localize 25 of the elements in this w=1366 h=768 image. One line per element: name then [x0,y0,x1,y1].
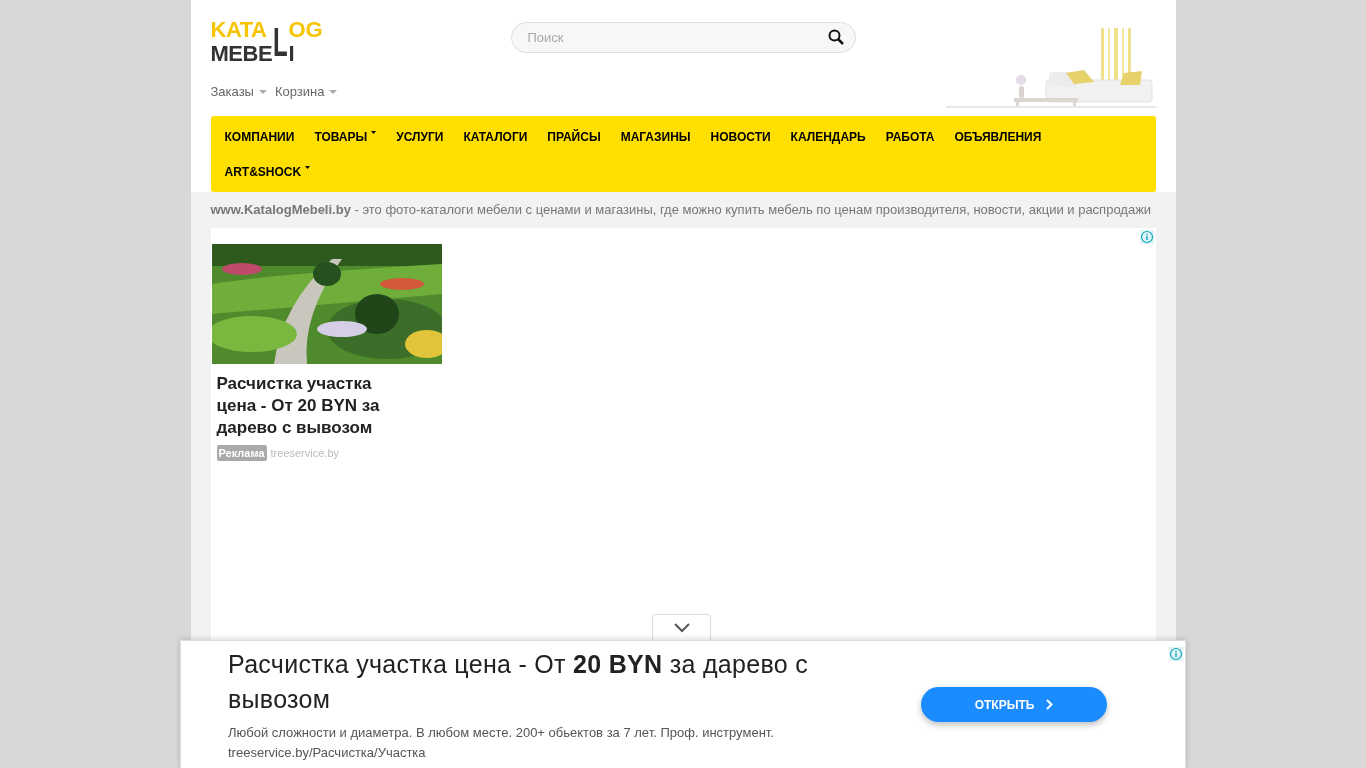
nav-item[interactable]: УСЛУГИ [386,122,454,151]
nav-item[interactable]: КАТАЛОГИ [453,122,538,151]
nav-item[interactable]: ОБЪЯВЛЕНИЯ [944,122,1052,151]
collapse-button[interactable] [652,614,711,640]
nav-item[interactable]: МАГАЗИНЫ [610,122,701,151]
nav-item[interactable]: КОМПАНИИ [214,122,305,151]
ad-title[interactable]: Расчистка участка цена - От 20 BYN за дарево с вывозом [216,372,407,439]
ad-label: Реклама [216,444,267,461]
ad-headline[interactable]: Расчистка участка цена - От 20 BYN за дарево с вывозом [228,647,881,717]
user-menu-link[interactable]: Заказы [210,82,267,102]
search-icon[interactable] [827,29,844,45]
site-tagline: www.KatalogMebeli.by - это фото-каталоги мебели с ценами и магазины, где можно купить мебель по ценам производителя, новости, акции и распродажи [210,201,1153,219]
info-icon[interactable] [1139,229,1154,244]
user-menu-link[interactable]: Корзина [274,82,338,102]
ad-url[interactable]: treeservice.by/Расчистка/Участка [228,742,881,762]
nav-item[interactable]: РАБОТА [875,122,945,151]
nav-item[interactable]: ТОВАРЫ [304,122,387,151]
search-field[interactable]: Поиск [510,22,856,53]
chevron-down-icon [673,622,690,633]
nav-item[interactable]: КАЛЕНДАРЬ [780,122,876,151]
chevron-right-icon [1046,699,1054,710]
ad-description: Любой сложности и диаметра. В любом месте. 200+ обьектов за 7 лет. Проф. инструмент. [228,724,775,742]
nav-item[interactable]: ART&SHOCK [214,157,321,186]
nav-item[interactable]: ПРАЙСЫ [537,122,611,151]
nav-item[interactable]: НОВОСТИ [700,122,781,151]
